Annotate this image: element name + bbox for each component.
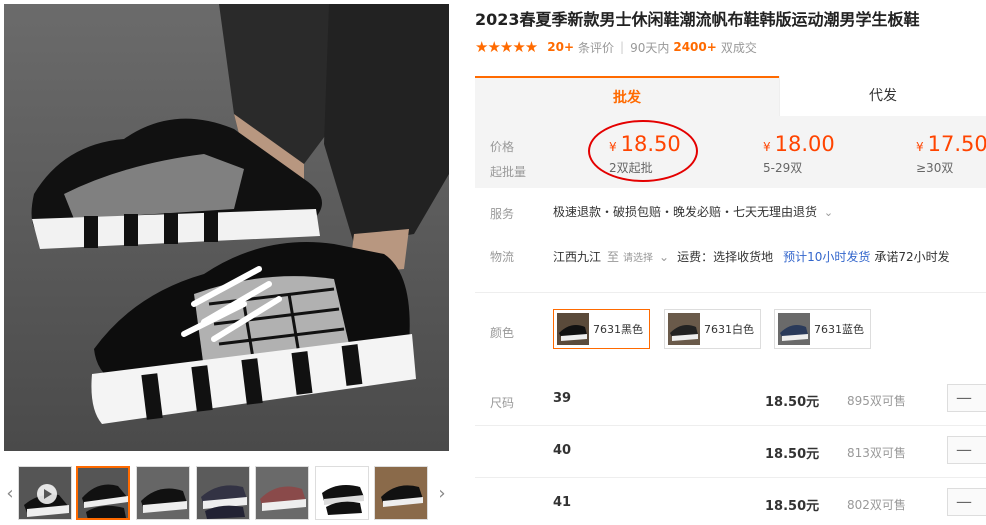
quantity-decrement-button[interactable]: —: [947, 384, 986, 412]
star-rating-icon: ★★★★★: [475, 38, 538, 56]
chevron-down-icon[interactable]: ⌄: [659, 250, 669, 264]
divider: |: [620, 40, 625, 54]
color-option-blue[interactable]: 7631蓝色: [774, 309, 871, 349]
tab-dropship[interactable]: 代发: [779, 76, 986, 116]
main-product-image[interactable]: [4, 4, 449, 451]
tab-wholesale[interactable]: 批发: [475, 76, 779, 116]
thumbnail-1[interactable]: [76, 466, 130, 520]
size-stock: 813双可售: [847, 446, 906, 460]
size-row: 41 18.50元 802双可售 —: [475, 478, 986, 525]
price-tier-2: ¥18.00 5-29双: [763, 132, 835, 176]
divider: [475, 292, 986, 293]
size-row: 40 18.50元 813双可售 —: [475, 426, 986, 478]
thumbnail-video[interactable]: [18, 466, 72, 520]
thumbnail-2[interactable]: [136, 466, 190, 520]
color-label: 颜色: [490, 326, 515, 340]
price-tier-box: 价格 起批量 ¥18.50 2双起批 ¥18.00 5-29双 ¥17.50 ≥…: [475, 116, 986, 188]
origin-location: 江西九江: [553, 250, 602, 264]
thumbnail-prev-arrow[interactable]: ‹: [4, 482, 16, 506]
size-value: 39: [553, 391, 572, 406]
moq-label: 起批量: [490, 165, 527, 179]
freight-text: 运费：选择收货地: [677, 250, 774, 264]
tier-qty: ≥30双: [916, 161, 954, 175]
size-row: 39 18.50元 895双可售 —: [475, 374, 986, 426]
service-label: 服务: [490, 207, 515, 221]
product-page: ‹ › 2023春夏季新款男士休闲鞋潮流帆布鞋韩版运动潮男学生板鞋 ★★★★★ …: [0, 0, 986, 525]
currency-symbol: ¥: [763, 140, 771, 154]
color-option-black[interactable]: 7631黑色: [553, 309, 650, 349]
thumbnail-5[interactable]: [315, 466, 369, 520]
play-icon: [37, 484, 57, 504]
quantity-decrement-button[interactable]: —: [947, 488, 986, 516]
size-price: 18.50元: [765, 499, 820, 514]
size-value: 41: [553, 495, 572, 510]
thumbnail-next-arrow[interactable]: ›: [436, 482, 448, 506]
annotation-circle: [588, 120, 698, 182]
delivery-promise: 承诺72小时发: [874, 250, 950, 264]
destination-select[interactable]: 请选择: [623, 249, 653, 264]
logistics-label: 物流: [490, 250, 515, 264]
tier-qty: 5-29双: [763, 161, 803, 175]
quantity-decrement-button[interactable]: —: [947, 436, 986, 464]
size-price: 18.50元: [765, 447, 820, 462]
delivery-estimate: 预计10小时发货: [783, 250, 871, 264]
sold-count: 2400+: [673, 40, 717, 54]
review-label[interactable]: 条评价: [578, 39, 614, 56]
rating-summary: ★★★★★ 20+ 条评价 | 90天内 2400+ 双成交: [475, 38, 757, 56]
logistics-info: 江西九江 至 请选择 ⌄ 运费：选择收货地 预计10小时发货 承诺72小时发: [553, 248, 950, 265]
chevron-down-icon: ⌄: [823, 206, 834, 219]
review-count[interactable]: 20+: [547, 40, 574, 54]
tier-price: 18.00: [774, 132, 835, 156]
tier-price: 17.50: [927, 132, 986, 156]
currency-symbol: ¥: [916, 140, 924, 154]
sold-label: 双成交: [720, 40, 757, 55]
size-value: 40: [553, 443, 572, 458]
size-price: 18.50元: [765, 395, 820, 410]
thumbnail-3[interactable]: [196, 466, 250, 520]
size-stock: 802双可售: [847, 498, 906, 512]
thumbnail-4[interactable]: [255, 466, 309, 520]
to-label: 至: [607, 250, 620, 264]
color-option-white[interactable]: 7631白色: [664, 309, 761, 349]
thumbnail-strip: ‹ ›: [4, 466, 449, 522]
color-swatch: [557, 313, 589, 345]
color-swatch: [778, 313, 810, 345]
price-label: 价格: [490, 140, 515, 154]
period-label: 90天内: [630, 40, 670, 55]
size-stock: 895双可售: [847, 394, 906, 408]
price-tier-3: ¥17.50 ≥30双: [916, 132, 986, 176]
thumbnail-6[interactable]: [374, 466, 428, 520]
service-guarantees[interactable]: 极速退款・破损包赔・晚发必赔・七天无理由退货 ⌄: [553, 203, 833, 220]
product-title: 2023春夏季新款男士休闲鞋潮流帆布鞋韩版运动潮男学生板鞋: [475, 10, 920, 29]
purchase-mode-tabs: 批发 代发: [475, 76, 986, 116]
color-swatch: [668, 313, 700, 345]
